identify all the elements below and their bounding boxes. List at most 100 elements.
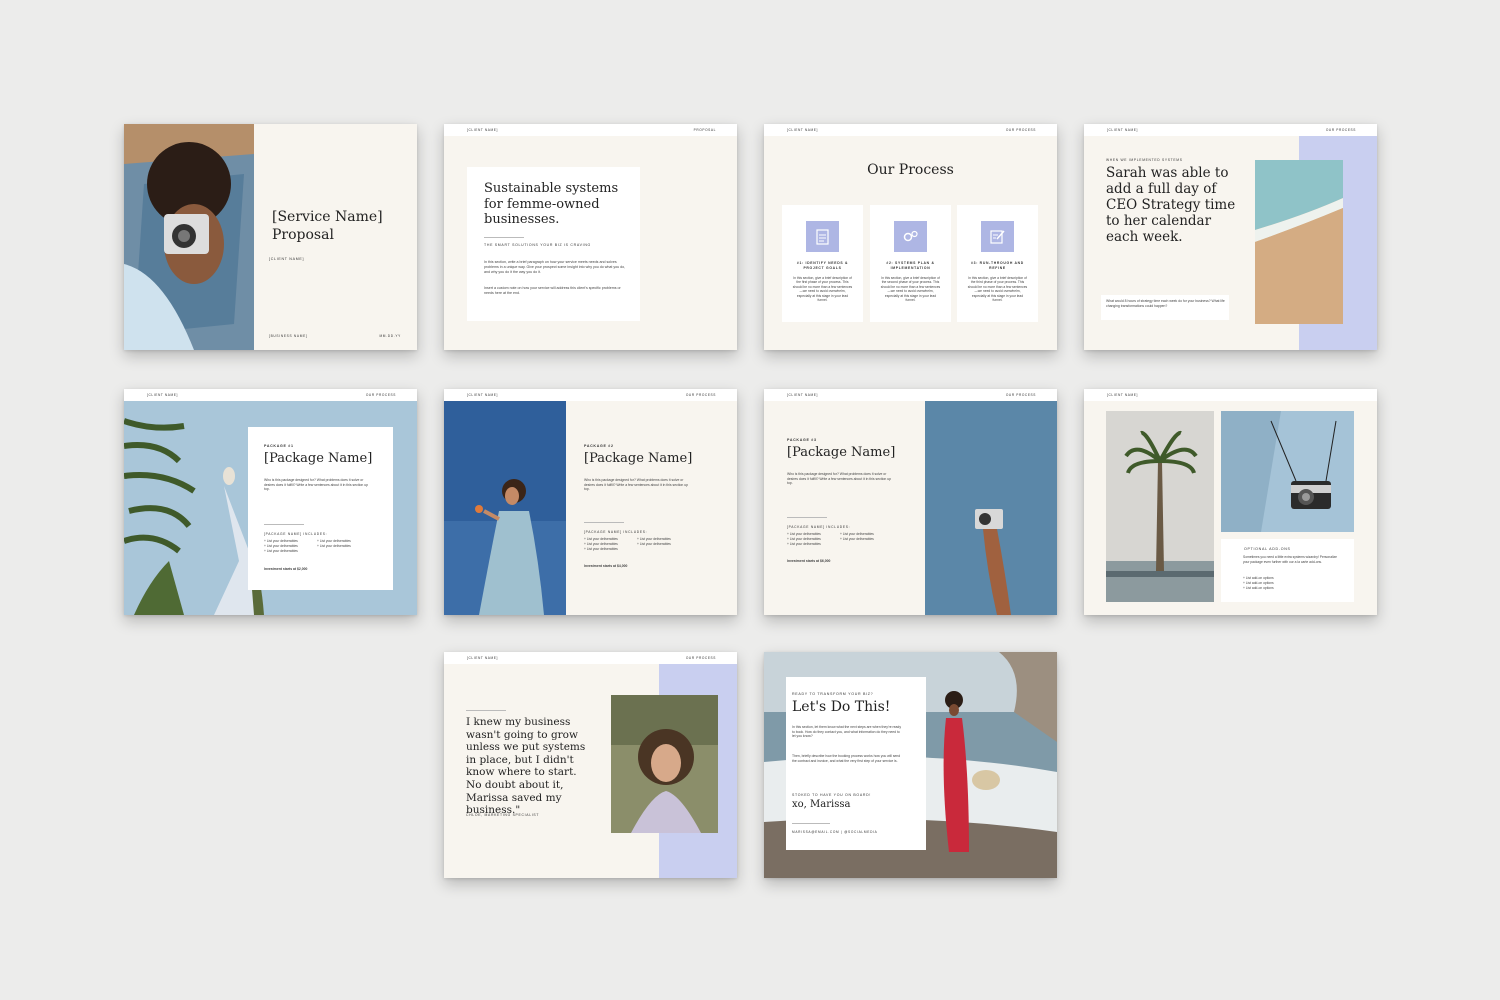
signoff: xo, Marissa bbox=[792, 799, 851, 810]
topbar: [CLIENT NAME] PROPOSAL bbox=[444, 124, 737, 136]
deliverables-right: + List your deliverables + List your del… bbox=[840, 532, 874, 542]
addons-label: OPTIONAL ADD-ONS bbox=[1244, 547, 1291, 551]
divider bbox=[264, 524, 304, 525]
topbar-client: [CLIENT NAME] bbox=[147, 393, 178, 397]
divider bbox=[484, 237, 524, 238]
package-name: [Package Name] bbox=[787, 445, 896, 460]
package-price: Investment starts at $6,000 bbox=[787, 559, 831, 563]
deliverable-item: + List your deliverables bbox=[584, 541, 618, 546]
topbar: [CLIENT NAME] OUR PROCESS bbox=[444, 389, 737, 401]
topbar: [CLIENT NAME] OUR PROCESS bbox=[764, 124, 1057, 136]
testimonial-quote: I knew my business wasn't going to grow … bbox=[466, 716, 586, 817]
addons-description: Sometimes you need a little extra system… bbox=[1243, 555, 1337, 564]
topbar: [CLIENT NAME] OUR PROCESS bbox=[764, 389, 1057, 401]
process-heading: Our Process bbox=[867, 162, 954, 178]
cta-eyebrow: READY TO TRANSFORM YOUR BIZ? bbox=[792, 692, 874, 696]
slide-package-3[interactable]: [CLIENT NAME] OUR PROCESS PACKAGE #3 [Pa… bbox=[764, 389, 1057, 615]
step-body: In this section, give a brief descriptio… bbox=[967, 276, 1028, 303]
deliverable-item: + List your deliverables bbox=[840, 536, 874, 541]
deliverables-left: + List your deliverables + List your del… bbox=[584, 537, 618, 551]
slide-addons[interactable]: [CLIENT NAME] OPTIONAL ADD-ONS Sometimes… bbox=[1084, 389, 1377, 615]
deliverable-item: + List your deliverables bbox=[584, 546, 618, 551]
palm-tree-photo bbox=[1106, 411, 1214, 602]
includes-label: [PACKAGE NAME] INCLUDES: bbox=[264, 532, 328, 536]
slide-cover[interactable]: [Service Name] Proposal [CLIENT NAME] [B… bbox=[124, 124, 417, 350]
deliverables-right: + List your deliverables + List your del… bbox=[637, 537, 671, 547]
clipboard-icon bbox=[806, 221, 839, 252]
topbar: [CLIENT NAME] OUR PROCESS bbox=[1084, 124, 1377, 136]
topbar-section: OUR PROCESS bbox=[1005, 393, 1036, 397]
package-name: [Package Name] bbox=[264, 451, 373, 466]
cover-photo bbox=[124, 124, 254, 350]
result-note-card: What would 8 hours of strategy time each… bbox=[1101, 295, 1229, 320]
topbar-client: [CLIENT NAME] bbox=[1107, 393, 1138, 397]
package-card: PACKAGE #1 [Package Name] Who is this pa… bbox=[248, 427, 393, 590]
result-quote: Sarah was able to add a full day of CEO … bbox=[1106, 165, 1236, 245]
package-label: PACKAGE #2 bbox=[584, 444, 614, 448]
package-description: Who is this package designed for? What p… bbox=[264, 478, 368, 492]
slide-testimonial[interactable]: [CLIENT NAME] OUR PROCESS I knew my busi… bbox=[444, 652, 737, 878]
deliverable-item: + List your deliverables bbox=[787, 536, 821, 541]
package-label: PACKAGE #3 bbox=[787, 438, 817, 442]
topbar: [CLIENT NAME] OUR PROCESS bbox=[444, 652, 737, 664]
slide-intro[interactable]: [CLIENT NAME] PROPOSAL Sustainable syste… bbox=[444, 124, 737, 350]
slide-package-2[interactable]: [CLIENT NAME] OUR PROCESS PACKAGE #2 [Pa… bbox=[444, 389, 737, 615]
package-name: [Package Name] bbox=[584, 451, 693, 466]
intro-card: Sustainable systems for femme-owned busi… bbox=[467, 167, 640, 321]
topbar-section: OUR PROCESS bbox=[365, 393, 396, 397]
step-body: In this section, give a brief descriptio… bbox=[792, 276, 853, 303]
step-title: #1: IDENTIFY NEEDS & PROJECT GOALS bbox=[796, 261, 849, 270]
includes-label: [PACKAGE NAME] INCLUDES: bbox=[787, 525, 851, 529]
intro-paragraph-2: Insert a custom note on how your service… bbox=[484, 286, 621, 295]
package-description: Who is this package designed for? What p… bbox=[584, 478, 688, 492]
addons-card: OPTIONAL ADD-ONS Sometimes you need a li… bbox=[1221, 539, 1354, 602]
cover-business: [BUSINESS NAME] bbox=[269, 334, 308, 338]
deliverable-item: + List your deliverables bbox=[264, 543, 298, 548]
deliverable-item: + List your deliverables bbox=[264, 548, 298, 553]
intro-heading: Sustainable systems for femme-owned busi… bbox=[484, 181, 619, 227]
topbar-section: OUR PROCESS bbox=[1005, 128, 1036, 132]
slide-cta[interactable]: READY TO TRANSFORM YOUR BIZ? Let's Do Th… bbox=[764, 652, 1057, 878]
divider bbox=[466, 710, 506, 711]
divider bbox=[584, 522, 624, 523]
deliverables-left: + List your deliverables + List your del… bbox=[264, 539, 298, 553]
camera-denim-photo bbox=[1221, 411, 1354, 532]
deliverables-right: + List your deliverables + List your del… bbox=[317, 539, 351, 549]
result-note: What would 8 hours of strategy time each… bbox=[1106, 299, 1225, 308]
deliverable-item: + List your deliverables bbox=[637, 541, 671, 546]
result-eyebrow: WHEN WE IMPLEMENTED SYSTEMS bbox=[1106, 158, 1183, 162]
process-step-2: #2: SYSTEMS PLAN & IMPLEMENTATION In thi… bbox=[870, 205, 951, 322]
hand-camera-photo bbox=[925, 401, 1057, 615]
slide-process[interactable]: [CLIENT NAME] OUR PROCESS Our Process #1… bbox=[764, 124, 1057, 350]
topbar-section: OUR PROCESS bbox=[1325, 128, 1356, 132]
cover-title-line2: Proposal bbox=[272, 227, 334, 243]
package-label: PACKAGE #1 bbox=[264, 444, 294, 448]
deliverable-item: + List your deliverables bbox=[317, 543, 351, 548]
topbar-section: OUR PROCESS bbox=[685, 656, 716, 660]
addons-list: + List add-on options + List add-on opti… bbox=[1243, 576, 1274, 590]
signoff-label: STOKED TO HAVE YOU ON BOARD! bbox=[792, 793, 871, 797]
slide-package-1[interactable]: [CLIENT NAME] OUR PROCESS PACKAGE #1 [Pa… bbox=[124, 389, 417, 615]
cover-title-line1: [Service Name] bbox=[272, 209, 383, 225]
slide-result[interactable]: [CLIENT NAME] OUR PROCESS WHEN WE IMPLEM… bbox=[1084, 124, 1377, 350]
intro-paragraph-1: In this section, write a brief paragraph… bbox=[484, 260, 626, 274]
topbar-section: OUR PROCESS bbox=[685, 393, 716, 397]
step-body: In this section, give a brief descriptio… bbox=[880, 276, 941, 303]
topbar-client: [CLIENT NAME] bbox=[1107, 128, 1138, 132]
cta-paragraph-1: In this section, let them know what the … bbox=[792, 725, 902, 739]
addon-item: + List add-on options bbox=[1243, 580, 1274, 585]
cover-client: [CLIENT NAME] bbox=[269, 257, 305, 261]
topbar: [CLIENT NAME] OUR PROCESS bbox=[124, 389, 417, 401]
process-step-1: #1: IDENTIFY NEEDS & PROJECT GOALS In th… bbox=[782, 205, 863, 322]
intro-subheading: THE SMART SOLUTIONS YOUR BIZ IS CRAVING bbox=[484, 243, 591, 247]
deliverable-item: + List your deliverables bbox=[787, 541, 821, 546]
topbar: [CLIENT NAME] bbox=[1084, 389, 1377, 401]
step-title: #3: RUN-THROUGH AND REFINE bbox=[971, 261, 1024, 270]
gears-icon bbox=[894, 221, 927, 252]
cta-paragraph-2: Then, briefly describe how the booking p… bbox=[792, 754, 901, 763]
topbar-client: [CLIENT NAME] bbox=[787, 128, 818, 132]
woman-blue-sky-photo bbox=[444, 401, 566, 615]
topbar-client: [CLIENT NAME] bbox=[467, 656, 498, 660]
package-price: Investment starts at $4,000 bbox=[584, 564, 628, 568]
package-price: Investment starts at $2,000 bbox=[264, 567, 308, 571]
